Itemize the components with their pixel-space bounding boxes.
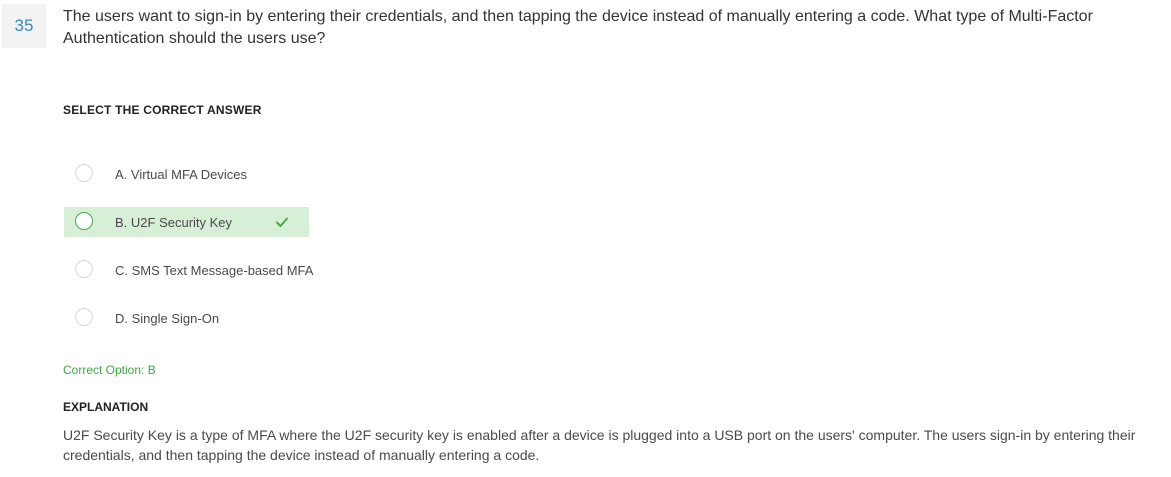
check-icon — [276, 217, 288, 227]
answer-option-label: A. Virtual MFA Devices — [115, 167, 247, 182]
select-answer-heading: SELECT THE CORRECT ANSWER — [63, 103, 262, 117]
explanation-text: U2F Security Key is a type of MFA where … — [63, 427, 1136, 463]
answer-option-c[interactable]: C. SMS Text Message-based MFA — [64, 255, 364, 285]
answer-option-label: B. U2F Security Key — [115, 215, 233, 230]
question-text: The users want to sign-in by entering th… — [63, 8, 1093, 47]
answer-option-a[interactable]: A. Virtual MFA Devices — [64, 159, 309, 189]
answer-option-d[interactable]: D. Single Sign-On — [64, 303, 309, 333]
radio-icon[interactable] — [75, 260, 93, 278]
answer-option-b[interactable]: B. U2F Security Key — [64, 207, 309, 237]
explanation-heading: EXPLANATION — [63, 400, 149, 414]
radio-icon[interactable] — [75, 164, 93, 182]
answer-option-label: D. Single Sign-On — [115, 311, 220, 326]
question-number: 35 — [2, 4, 46, 48]
answer-option-label: C. SMS Text Message-based MFA — [115, 263, 314, 278]
radio-icon[interactable] — [75, 308, 93, 326]
radio-icon[interactable] — [75, 212, 93, 230]
correct-option-text: Correct Option: B — [63, 363, 156, 377]
